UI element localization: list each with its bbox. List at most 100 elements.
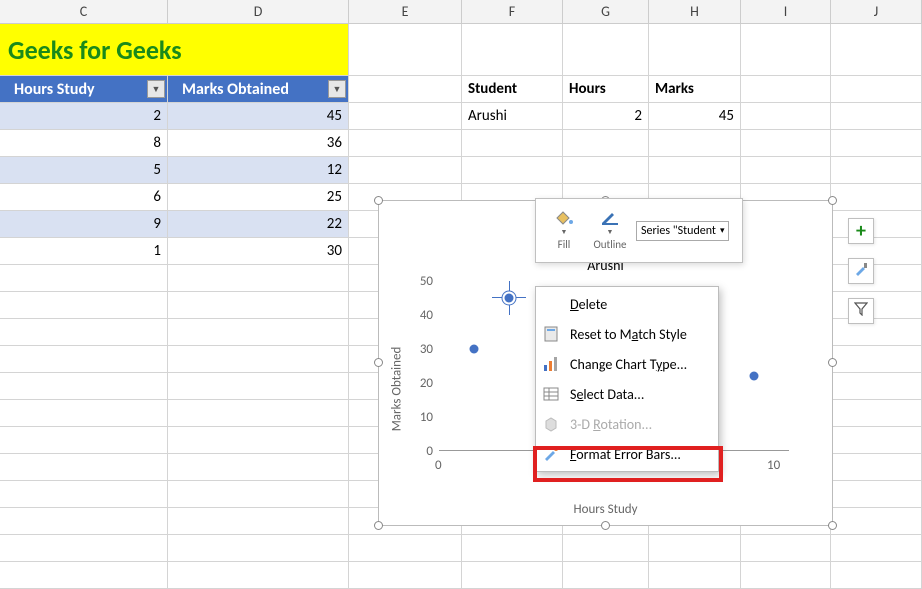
cell-hours-header[interactable]: Hours [563, 76, 649, 103]
cell[interactable] [831, 265, 922, 292]
ctx-format-error-bars[interactable]: Format Error Bars... [536, 439, 718, 469]
series-selector[interactable]: Series "Student ▾ [636, 221, 729, 241]
table-header-hours[interactable]: Hours Study ▼ [0, 76, 168, 103]
cell[interactable] [462, 535, 563, 562]
table-cell[interactable]: 36 [168, 130, 349, 157]
chart-styles-button[interactable] [848, 258, 874, 284]
cell[interactable] [0, 319, 168, 346]
cell[interactable] [349, 24, 462, 76]
cell[interactable] [741, 562, 831, 589]
cell[interactable] [168, 346, 349, 373]
cell[interactable]: 2 [563, 103, 649, 130]
cell[interactable] [349, 562, 462, 589]
cell[interactable] [741, 157, 831, 184]
cell[interactable] [349, 157, 462, 184]
table-cell[interactable]: 30 [168, 238, 349, 265]
colheader-i[interactable]: I [741, 0, 831, 23]
cell[interactable] [831, 157, 922, 184]
cell[interactable] [649, 535, 741, 562]
colheader-d[interactable]: D [168, 0, 349, 23]
table-cell[interactable]: 1 [0, 238, 168, 265]
table-cell[interactable]: 8 [0, 130, 168, 157]
table-cell[interactable]: 22 [168, 211, 349, 238]
cell[interactable] [0, 508, 168, 535]
cell[interactable] [349, 103, 462, 130]
colheader-h[interactable]: H [649, 0, 741, 23]
table-header-marks[interactable]: Marks Obtained ▼ [168, 76, 349, 103]
cell[interactable] [649, 157, 741, 184]
cell[interactable] [831, 508, 922, 535]
chart-x-axis-label[interactable]: Hours Study [574, 502, 638, 517]
data-point[interactable] [470, 345, 479, 354]
cell[interactable] [831, 373, 922, 400]
cell[interactable] [0, 481, 168, 508]
data-point[interactable] [750, 372, 759, 381]
cell[interactable] [563, 24, 649, 76]
ctx-change-chart-type[interactable]: Change Chart Type... [536, 349, 718, 379]
cell[interactable] [168, 535, 349, 562]
cell[interactable] [831, 238, 922, 265]
cell-marks-header[interactable]: Marks [649, 76, 741, 103]
cell[interactable] [168, 265, 349, 292]
cell[interactable] [0, 535, 168, 562]
cell[interactable] [349, 535, 462, 562]
filter-dropdown-icon[interactable]: ▼ [328, 80, 346, 98]
fill-button[interactable]: ▼ Fill [544, 211, 584, 251]
table-cell[interactable]: 45 [168, 103, 349, 130]
ctx-delete[interactable]: Delete [536, 289, 718, 319]
cell[interactable] [0, 265, 168, 292]
cell[interactable] [831, 454, 922, 481]
ctx-select-data[interactable]: Select Data... [536, 379, 718, 409]
cell[interactable] [168, 292, 349, 319]
cell[interactable] [0, 562, 168, 589]
cell[interactable] [649, 562, 741, 589]
cell[interactable] [741, 24, 831, 76]
table-cell[interactable]: 2 [0, 103, 168, 130]
cell[interactable] [741, 103, 831, 130]
cell[interactable] [0, 292, 168, 319]
cell[interactable] [831, 76, 922, 103]
cell[interactable] [831, 535, 922, 562]
cell[interactable] [563, 130, 649, 157]
cell[interactable] [168, 400, 349, 427]
cell[interactable] [0, 346, 168, 373]
cell[interactable]: 45 [649, 103, 741, 130]
table-cell[interactable]: 25 [168, 184, 349, 211]
cell[interactable] [831, 427, 922, 454]
colheader-j[interactable]: J [831, 0, 922, 23]
table-cell[interactable]: 9 [0, 211, 168, 238]
cell[interactable] [831, 130, 922, 157]
cell[interactable] [741, 535, 831, 562]
cell[interactable] [462, 562, 563, 589]
cell[interactable] [168, 481, 349, 508]
cell[interactable] [831, 346, 922, 373]
table-cell[interactable]: 5 [0, 157, 168, 184]
cell[interactable] [741, 76, 831, 103]
cell[interactable] [349, 76, 462, 103]
chart-elements-button[interactable]: + [848, 218, 874, 244]
ctx-reset-style[interactable]: Reset to Match Style [536, 319, 718, 349]
table-cell[interactable]: 12 [168, 157, 349, 184]
cell[interactable] [831, 184, 922, 211]
cell[interactable] [462, 130, 563, 157]
cell[interactable] [831, 400, 922, 427]
cell[interactable] [831, 211, 922, 238]
cell[interactable] [0, 373, 168, 400]
outline-button[interactable]: ▼ Outline [590, 211, 630, 251]
cell[interactable] [831, 319, 922, 346]
colheader-g[interactable]: G [563, 0, 649, 23]
cell[interactable] [168, 562, 349, 589]
cell[interactable] [349, 130, 462, 157]
cell[interactable] [831, 292, 922, 319]
colheader-c[interactable]: C [0, 0, 168, 23]
cell[interactable] [563, 562, 649, 589]
cell[interactable] [831, 562, 922, 589]
cell[interactable] [462, 24, 563, 76]
cell[interactable] [649, 24, 741, 76]
cell[interactable] [0, 400, 168, 427]
cell[interactable] [831, 481, 922, 508]
cell[interactable] [462, 157, 563, 184]
cell[interactable] [563, 535, 649, 562]
cell[interactable] [741, 130, 831, 157]
cell[interactable] [168, 373, 349, 400]
